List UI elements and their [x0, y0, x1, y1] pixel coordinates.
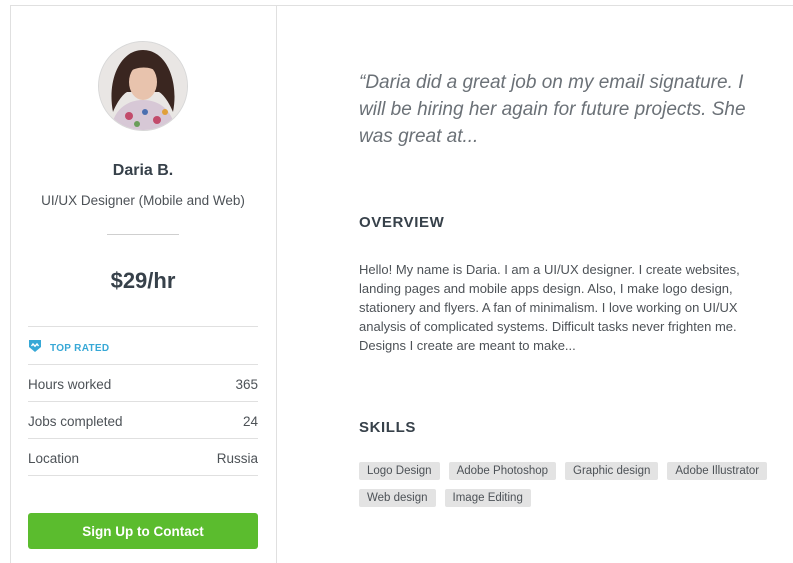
stat-location: Location Russia	[28, 440, 258, 476]
stat-jobs-completed: Jobs completed 24	[28, 403, 258, 439]
profile-name: Daria B.	[112, 162, 174, 179]
divider	[28, 475, 258, 476]
profile-title: UI/UX Designer (Mobile and Web)	[41, 193, 245, 208]
skill-tag[interactable]: Logo Design	[359, 462, 440, 480]
divider	[28, 326, 258, 327]
profile-sidebar: Daria B. UI/UX Designer (Mobile and Web)…	[10, 5, 277, 563]
stat-label: Jobs completed	[28, 413, 123, 429]
skills-list: Logo Design Adobe Photoshop Graphic desi…	[359, 462, 779, 507]
sign-up-to-contact-button[interactable]: Sign Up to Contact	[28, 513, 258, 549]
stat-label: Location	[28, 450, 80, 466]
skill-tag[interactable]: Web design	[359, 489, 436, 507]
skills-heading: SKILLS	[359, 419, 416, 436]
divider	[28, 401, 258, 402]
skill-tag[interactable]: Adobe Photoshop	[448, 462, 557, 480]
top-rated-badge: TOP RATED	[28, 338, 109, 358]
top-rated-label: TOP RATED	[50, 342, 110, 354]
divider	[107, 234, 179, 235]
divider	[28, 438, 258, 439]
avatar	[98, 41, 188, 131]
stat-hours-worked: Hours worked 365	[28, 366, 258, 402]
overview-heading: OVERVIEW	[359, 214, 445, 231]
client-review-quote: “Daria did a great job on my email signa…	[359, 72, 746, 147]
divider	[28, 364, 258, 365]
overview-text: Hello! My name is Daria. I am a UI/UX de…	[359, 262, 740, 353]
stat-value: 365	[235, 376, 258, 392]
stat-value: 24	[242, 413, 258, 429]
stat-label: Hours worked	[28, 376, 112, 392]
stat-value: Russia	[216, 450, 258, 466]
top-rated-badge-icon	[28, 339, 42, 358]
hourly-rate: $29/hr	[110, 268, 176, 293]
skill-tag[interactable]: Image Editing	[444, 489, 531, 507]
skill-tag[interactable]: Adobe Illustrator	[667, 462, 768, 480]
skill-tag[interactable]: Graphic design	[565, 462, 659, 480]
